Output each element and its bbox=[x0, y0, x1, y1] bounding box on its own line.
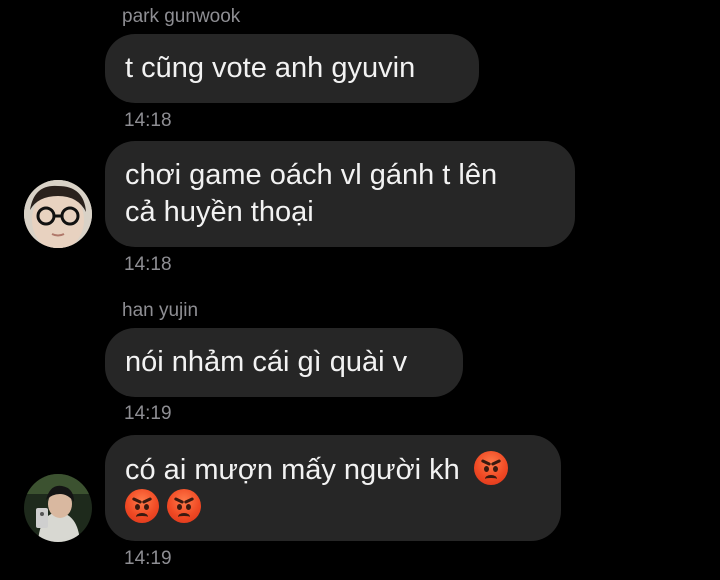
message-text: t cũng vote anh gyuvin bbox=[125, 52, 416, 84]
message-time: 14:19 bbox=[124, 548, 172, 569]
message-time: 14:19 bbox=[124, 403, 172, 424]
message-time: 14:18 bbox=[124, 254, 172, 275]
sender-name: park gunwook bbox=[122, 6, 241, 27]
message-bubble[interactable]: t cũng vote anh gyuvin bbox=[105, 34, 479, 103]
message-text: nói nhảm cái gì quài v bbox=[125, 346, 408, 378]
avatar[interactable] bbox=[24, 180, 92, 248]
avatar-glasses bbox=[24, 180, 92, 248]
angry-face-icon bbox=[473, 451, 508, 485]
message-time: 14:18 bbox=[124, 110, 172, 131]
message-text: có ai mượn mấy người kh bbox=[125, 454, 460, 486]
message-bubble[interactable]: chơi game oách vl gánh t lên cả huyền th… bbox=[105, 141, 575, 247]
avatar[interactable] bbox=[24, 474, 92, 542]
message-text: cả huyền thoại bbox=[125, 196, 314, 228]
message-bubble[interactable]: nói nhảm cái gì quài v bbox=[105, 328, 463, 397]
message-text: chơi game oách vl gánh t lên bbox=[125, 159, 498, 191]
sender-name: han yujin bbox=[122, 300, 199, 321]
avatar-mirror-selfie bbox=[24, 474, 92, 542]
message-bubble[interactable]: có ai mượn mấy người kh bbox=[105, 435, 561, 541]
angry-face-icon bbox=[167, 489, 202, 523]
angry-face-icon bbox=[125, 489, 159, 523]
